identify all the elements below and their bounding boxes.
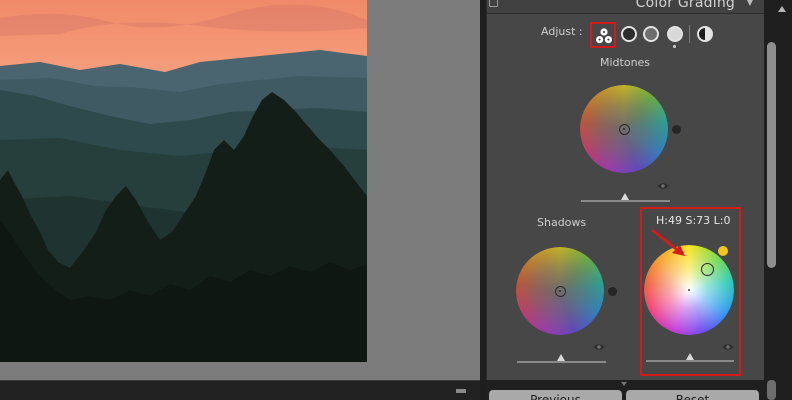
eye-icon[interactable]	[593, 343, 605, 351]
mode-separator	[689, 25, 690, 43]
scroll-up-icon[interactable]	[778, 6, 786, 12]
collapse-arrow-icon[interactable]: ▼	[747, 0, 753, 7]
color-grading-panel: Color Grading ▼ Adjust : Midtones Shadow…	[486, 0, 764, 380]
footer-notch-icon	[621, 382, 627, 386]
scrollbar-thumb[interactable]	[767, 42, 776, 268]
highlights-mode-button[interactable]	[667, 26, 683, 42]
adjust-label: Adjust :	[541, 25, 583, 38]
panel-header[interactable]: Color Grading ▼	[487, 0, 764, 14]
panel-title: Color Grading	[635, 0, 735, 11]
panel-switch-icon[interactable]	[489, 0, 498, 7]
reset-button[interactable]: Reset	[626, 390, 759, 400]
eye-icon[interactable]	[657, 182, 669, 190]
annotation-arrow-icon	[651, 228, 685, 256]
three-way-icon	[596, 28, 612, 44]
shadows-wheel-handle[interactable]	[555, 286, 566, 297]
landscape-photo	[0, 0, 367, 362]
selected-mode-indicator	[673, 45, 676, 48]
filmstrip-bar	[0, 380, 480, 400]
shadows-mode-button[interactable]	[621, 26, 637, 42]
shadows-color-swatch[interactable]	[608, 287, 617, 296]
scrollbar-lower-thumb[interactable]	[767, 380, 776, 400]
midtones-luminance-slider[interactable]	[581, 200, 670, 202]
shadows-slider-thumb[interactable]	[557, 354, 565, 361]
midtones-mode-button[interactable]	[643, 26, 659, 42]
midtones-slider-thumb[interactable]	[621, 193, 629, 200]
previous-button[interactable]: Previous	[489, 390, 622, 400]
photo-preview	[0, 0, 367, 362]
midtones-color-swatch[interactable]	[672, 125, 681, 134]
three-way-mode-button[interactable]	[590, 22, 616, 48]
shadows-label: Shadows	[537, 216, 587, 229]
photo-canvas[interactable]	[0, 0, 480, 380]
midtones-wheel-handle[interactable]	[619, 124, 630, 135]
midtones-label: Midtones	[600, 56, 651, 69]
filmstrip-toggle[interactable]	[456, 389, 466, 393]
global-mode-button[interactable]	[697, 26, 713, 42]
shadows-luminance-slider[interactable]	[517, 361, 606, 363]
